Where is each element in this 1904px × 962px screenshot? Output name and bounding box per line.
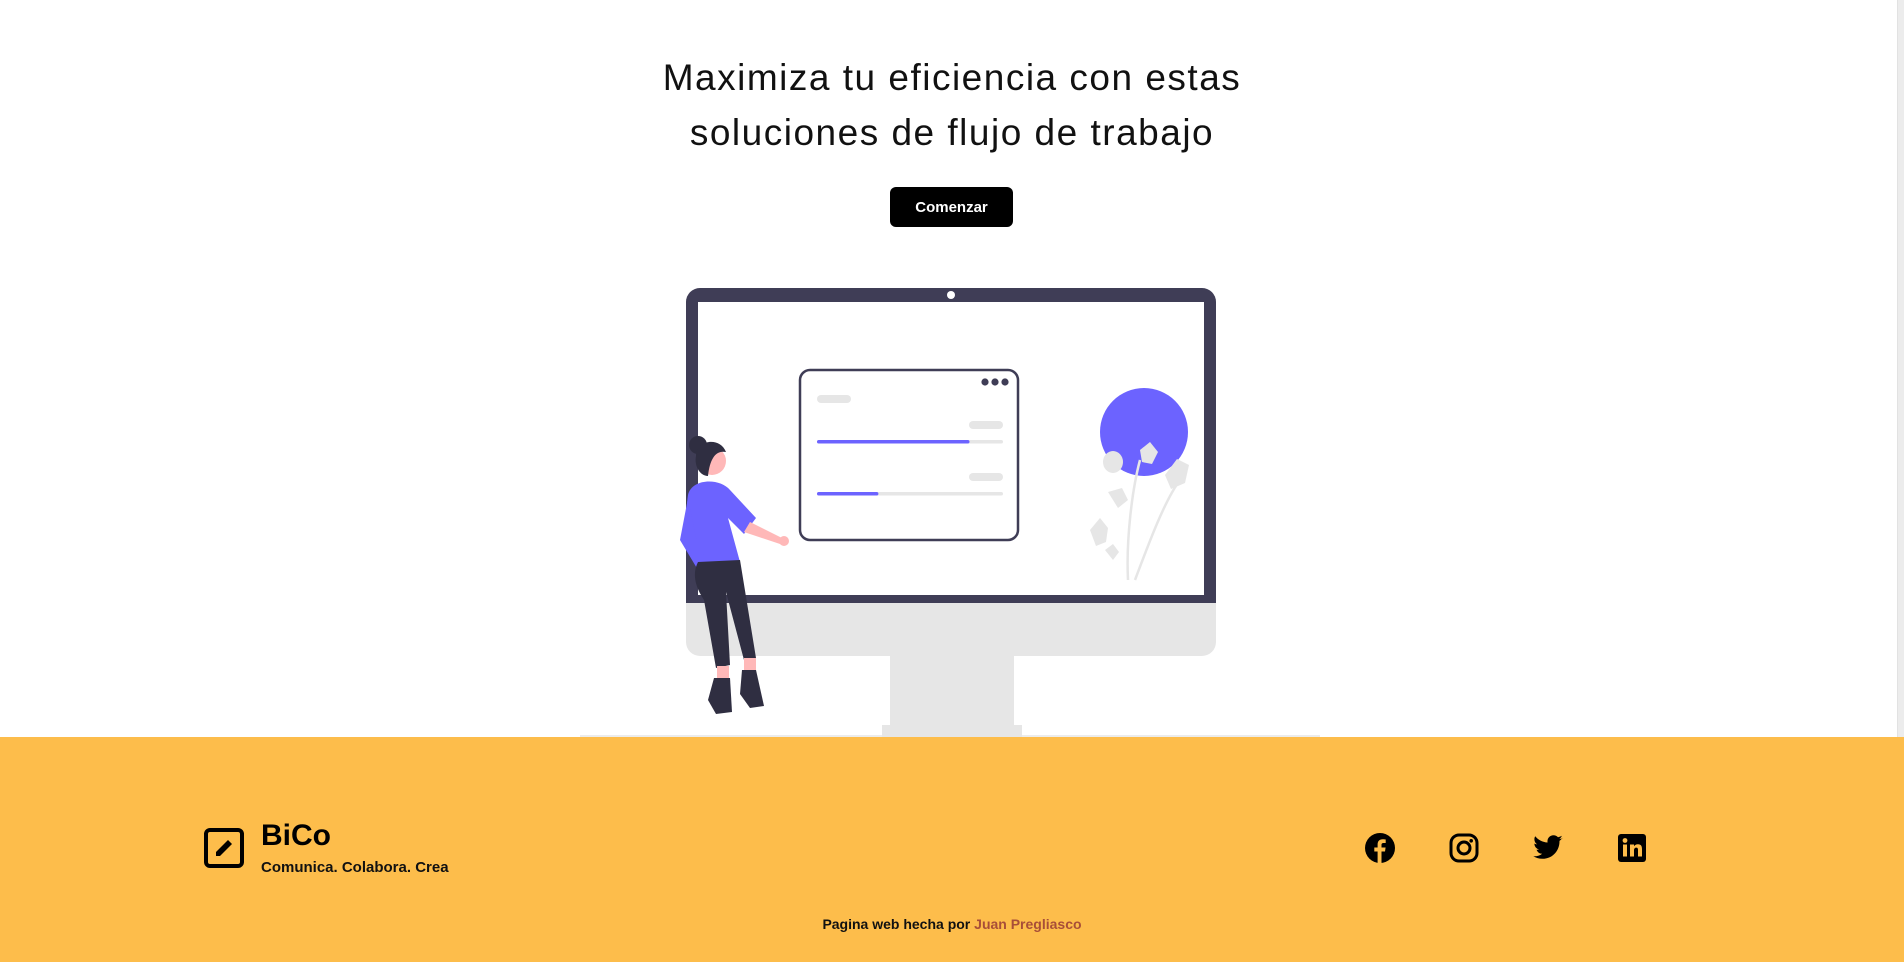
twitter-link[interactable] <box>1532 832 1564 864</box>
row-label-placeholder <box>969 421 1003 429</box>
window-label-placeholder <box>817 395 851 403</box>
hero-title-line-2: soluciones de flujo de trabajo <box>689 112 1215 153</box>
facebook-icon <box>1365 833 1395 863</box>
progress-fill <box>817 492 879 496</box>
twitter-icon <box>1533 835 1563 859</box>
credit-line: Pagina web hecha por Juan Pregliasco <box>0 916 1904 932</box>
author-link[interactable]: Juan Pregliasco <box>974 916 1081 932</box>
page: Maximiza tu eficiencia con estas solucio… <box>0 0 1904 962</box>
hero-title-line-1: Maximiza tu eficiencia con estas <box>662 57 1242 98</box>
monitor-illustration <box>580 288 1320 737</box>
window-dot <box>981 378 989 386</box>
linkedin-icon <box>1618 834 1646 862</box>
credit-prefix: Pagina web hecha por <box>822 916 971 932</box>
facebook-link[interactable] <box>1364 832 1396 864</box>
site-footer: BiCo Comunica. Colabora. Crea Pagina web… <box>0 737 1904 962</box>
window-dot <box>1001 378 1009 386</box>
monitor-stand <box>890 655 1014 725</box>
monitor-base <box>882 725 1022 737</box>
hero-title: Maximiza tu eficiencia con estas solucio… <box>552 50 1352 160</box>
progress-fill <box>817 440 970 444</box>
linkedin-link[interactable] <box>1616 832 1648 864</box>
instagram-icon <box>1449 833 1479 863</box>
brand-tagline: Comunica. Colabora. Crea <box>261 859 449 876</box>
hero-section: Maximiza tu eficiencia con estas solucio… <box>0 0 1904 737</box>
brand-name: BiCo <box>261 819 331 852</box>
brand: BiCo Comunica. Colabora. Crea <box>203 819 449 876</box>
window-dot <box>991 378 999 386</box>
social-links <box>1364 832 1648 864</box>
row-label-placeholder <box>969 473 1003 481</box>
scrollbar-track[interactable] <box>1897 0 1904 737</box>
brand-text: BiCo Comunica. Colabora. Crea <box>261 819 449 876</box>
pencil-square-icon <box>204 827 244 868</box>
instagram-link[interactable] <box>1448 832 1480 864</box>
start-button[interactable]: Comenzar <box>890 187 1013 227</box>
camera-dot <box>947 291 955 299</box>
